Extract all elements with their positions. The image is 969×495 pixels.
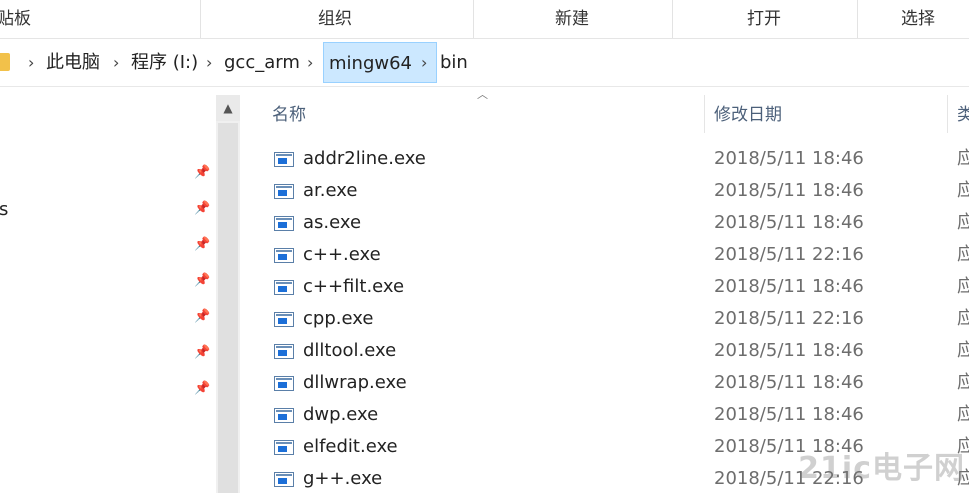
file-name: g++.exe [303, 468, 383, 489]
ribbon-group-open[interactable]: 打开 [672, 0, 856, 38]
file-name: elfedit.exe [303, 436, 398, 457]
column-header-name[interactable]: 名称 [272, 95, 306, 135]
file-row[interactable]: as.exe 2018/5/11 18:46 应 [262, 207, 969, 239]
file-type: 应 [957, 308, 969, 329]
file-name: c++filt.exe [303, 276, 405, 297]
pin-icon[interactable]: 📌 [194, 274, 210, 288]
ribbon: 剪贴板 组织 新建 打开 选择 [0, 0, 969, 39]
file-row[interactable]: dlltool.exe 2018/5/11 18:46 应 [262, 335, 969, 367]
file-row[interactable]: addr2line.exe 2018/5/11 18:46 应 [262, 143, 969, 175]
breadcrumb-this-pc[interactable]: 此电脑 [46, 41, 100, 86]
exe-file-icon [274, 216, 294, 231]
folder-icon [0, 53, 10, 71]
file-type: 应 [957, 212, 969, 233]
file-name: ar.exe [303, 180, 358, 201]
exe-file-icon [274, 152, 294, 167]
file-name: dwp.exe [303, 404, 379, 425]
exe-file-icon [274, 312, 294, 327]
file-modified-date: 2018/5/11 18:46 [714, 148, 864, 169]
chevron-right-icon[interactable]: › [113, 41, 119, 86]
file-name: dlltool.exe [303, 340, 397, 361]
nav-scrollbar-thumb[interactable] [218, 123, 238, 493]
file-name: as.exe [303, 212, 362, 233]
file-name: c++.exe [303, 244, 381, 265]
file-type: 应 [957, 148, 969, 169]
watermark: 21ic电子网 [798, 451, 965, 486]
file-type: 应 [957, 340, 969, 361]
address-bar[interactable]: › 此电脑 › 程序 (I:) › gcc_arm › mingw64 › bi… [0, 41, 969, 87]
file-row[interactable]: dllwrap.exe 2018/5/11 18:46 应 [262, 367, 969, 399]
file-row[interactable]: c++.exe 2018/5/11 22:16 应 [262, 239, 969, 271]
exe-file-icon [274, 440, 294, 455]
exe-file-icon [274, 408, 294, 423]
pin-icon[interactable]: 📌 [194, 238, 210, 252]
navigation-pane: s 📌 📌 📌 📌 📌 📌 📌 [0, 87, 242, 493]
pin-icon[interactable]: 📌 [194, 202, 210, 216]
breadcrumb-bin[interactable]: bin [440, 41, 468, 86]
file-row[interactable]: cpp.exe 2018/5/11 22:16 应 [262, 303, 969, 335]
breadcrumb-mingw64[interactable]: mingw64 [323, 42, 437, 83]
chevron-right-icon[interactable]: › [307, 41, 313, 86]
sort-ascending-icon: ︿ [477, 88, 488, 101]
file-type: 应 [957, 276, 969, 297]
file-type: 应 [957, 404, 969, 425]
breadcrumb-drive[interactable]: 程序 (I:) [131, 41, 198, 86]
column-header-date[interactable]: 修改日期 [714, 95, 782, 135]
exe-file-icon [274, 280, 294, 295]
file-name: dllwrap.exe [303, 372, 407, 393]
file-type: 应 [957, 372, 969, 393]
file-modified-date: 2018/5/11 18:46 [714, 404, 864, 425]
pin-icon[interactable]: 📌 [194, 166, 210, 180]
exe-file-icon [274, 184, 294, 199]
exe-file-icon [274, 344, 294, 359]
file-type: 应 [957, 180, 969, 201]
file-modified-date: 2018/5/11 18:46 [714, 276, 864, 297]
file-modified-date: 2018/5/11 18:46 [714, 212, 864, 233]
exe-file-icon [274, 248, 294, 263]
file-row[interactable]: c++filt.exe 2018/5/11 18:46 应 [262, 271, 969, 303]
file-modified-date: 2018/5/11 18:46 [714, 340, 864, 361]
ribbon-group-organize[interactable]: 组织 [200, 0, 470, 38]
exe-file-icon [274, 472, 294, 487]
column-divider[interactable] [947, 95, 948, 133]
chevron-right-icon[interactable]: › [206, 41, 212, 86]
pin-icon[interactable]: 📌 [194, 310, 210, 324]
column-divider[interactable] [704, 95, 705, 133]
chevron-right-icon[interactable]: › [28, 41, 34, 86]
breadcrumb-gcc-arm[interactable]: gcc_arm [224, 41, 300, 86]
file-row[interactable]: dwp.exe 2018/5/11 18:46 应 [262, 399, 969, 431]
column-header-type[interactable]: 类 [957, 95, 969, 135]
exe-file-icon [274, 376, 294, 391]
file-name: cpp.exe [303, 308, 374, 329]
chevron-right-icon[interactable]: › [421, 41, 427, 86]
file-modified-date: 2018/5/11 22:16 [714, 308, 864, 329]
scroll-up-icon[interactable]: ▲ [216, 95, 240, 121]
ribbon-group-new[interactable]: 新建 [473, 0, 671, 38]
ribbon-group-clipboard[interactable]: 剪贴板 [0, 0, 60, 38]
file-modified-date: 2018/5/11 22:16 [714, 244, 864, 265]
file-name: addr2line.exe [303, 148, 426, 169]
file-type: 应 [957, 244, 969, 265]
nav-item-label[interactable]: s [0, 199, 8, 220]
file-modified-date: 2018/5/11 18:46 [714, 180, 864, 201]
pin-icon[interactable]: 📌 [194, 346, 210, 360]
pin-icon[interactable]: 📌 [194, 382, 210, 396]
ribbon-group-select[interactable]: 选择 [857, 0, 969, 38]
file-modified-date: 2018/5/11 18:46 [714, 372, 864, 393]
file-row[interactable]: ar.exe 2018/5/11 18:46 应 [262, 175, 969, 207]
